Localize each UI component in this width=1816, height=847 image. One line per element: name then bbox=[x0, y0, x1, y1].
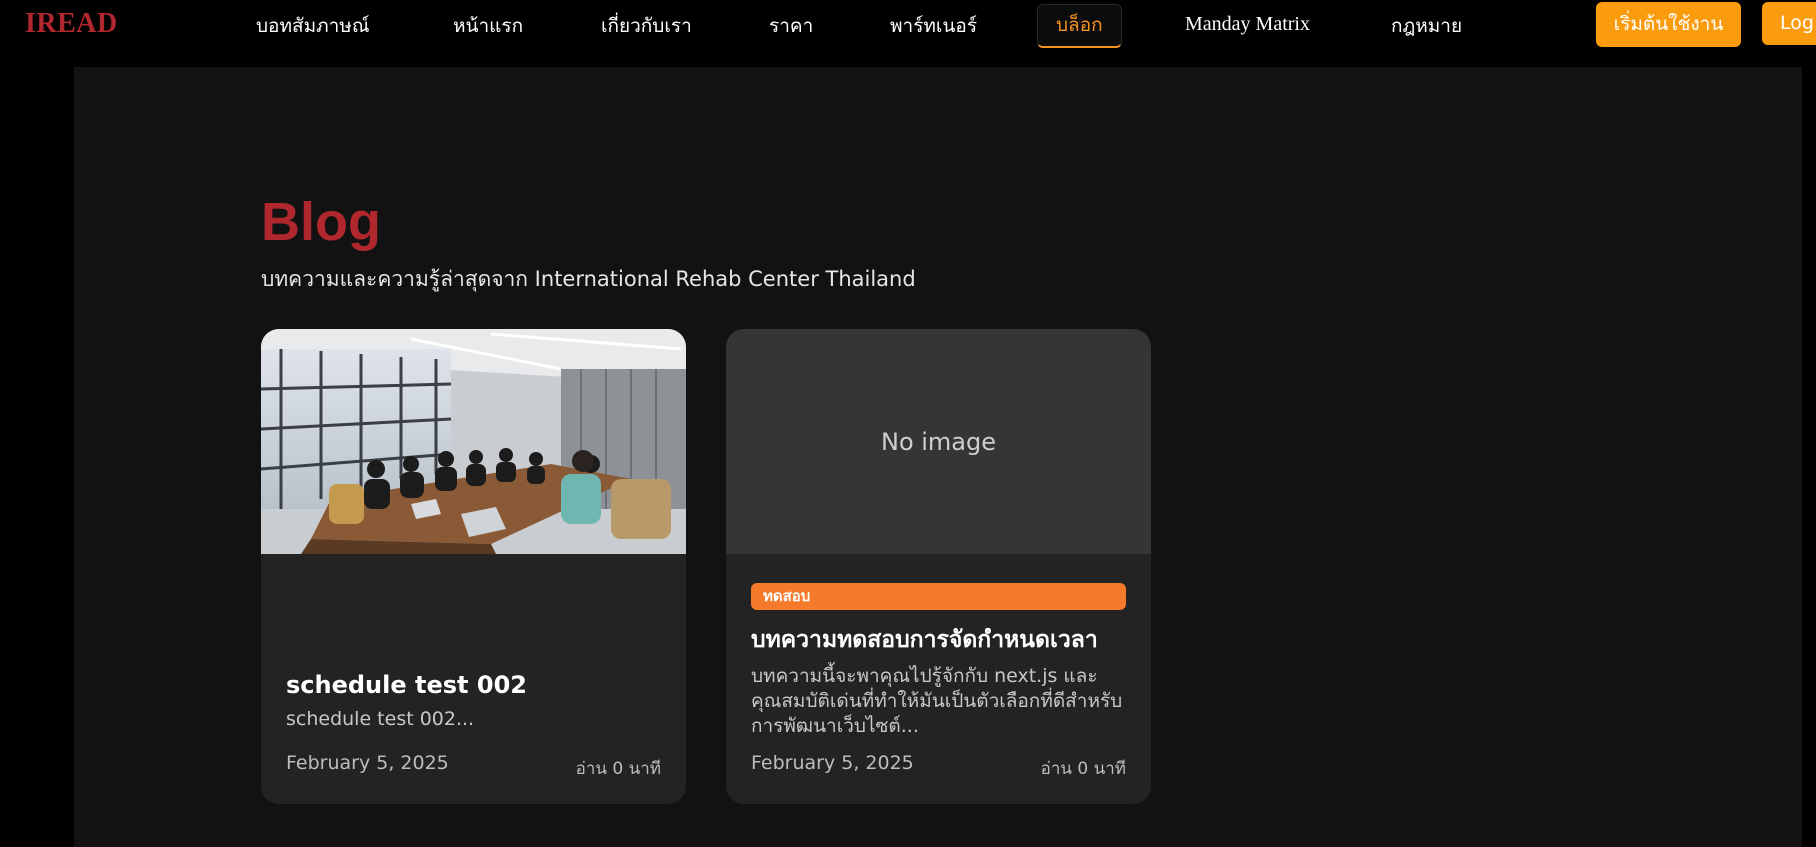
post-title[interactable]: schedule test 002 bbox=[286, 671, 527, 699]
post-excerpt: บทความนี้จะพาคุณไปรู้จักกับ next.js และค… bbox=[751, 665, 1123, 737]
post-excerpt: schedule test 002... bbox=[286, 708, 475, 730]
post-read-time: อ่าน 0 นาที bbox=[575, 759, 661, 779]
get-started-button[interactable]: เริ่มต้นใช้งาน bbox=[1596, 2, 1741, 47]
nav-item-about[interactable]: เกี่ยวกับเรา bbox=[601, 4, 692, 48]
post-title[interactable]: บทความทดสอบการจัดกำหนดเวลา bbox=[751, 622, 1098, 658]
meeting-room-photo bbox=[261, 329, 686, 554]
post-image-placeholder[interactable]: No image bbox=[726, 329, 1151, 554]
post-date: February 5, 2025 bbox=[751, 752, 914, 774]
page-subtitle: บทความและความรู้ล่าสุดจาก International … bbox=[261, 267, 916, 291]
nav-item-interview-bot[interactable]: บอทสัมภาษณ์ bbox=[256, 4, 369, 48]
no-image-label: No image bbox=[880, 427, 997, 456]
nav-item-blog[interactable]: บล็อก bbox=[1037, 4, 1122, 48]
blog-card[interactable]: No image ทดสอบ บทความทดสอบการจัดกำหนดเวล… bbox=[726, 329, 1151, 804]
nav-item-home[interactable]: หน้าแรก bbox=[453, 4, 523, 48]
post-category-badge[interactable]: ทดสอบ bbox=[751, 583, 1126, 610]
nav-item-manday-matrix[interactable]: Manday Matrix bbox=[1185, 2, 1310, 46]
post-date: February 5, 2025 bbox=[286, 752, 449, 774]
page-title: Blog bbox=[261, 192, 381, 252]
nav-item-partners[interactable]: พาร์ทเนอร์ bbox=[890, 4, 977, 48]
main-content: Blog บทความและความรู้ล่าสุดจาก Internati… bbox=[74, 67, 1802, 847]
blog-card[interactable]: schedule test 002 schedule test 002... F… bbox=[261, 329, 686, 804]
top-navbar: IREAD บอทสัมภาษณ์ หน้าแรก เกี่ยวกับเรา ร… bbox=[0, 0, 1816, 50]
nav-item-legal[interactable]: กฎหมาย bbox=[1391, 4, 1462, 48]
brand-logo[interactable]: IREAD bbox=[25, 8, 118, 40]
post-read-time: อ่าน 0 นาที bbox=[1040, 759, 1126, 779]
login-button[interactable]: Log bbox=[1762, 2, 1816, 45]
nav-item-pricing[interactable]: ราคา bbox=[769, 4, 813, 48]
post-image[interactable] bbox=[261, 329, 686, 554]
